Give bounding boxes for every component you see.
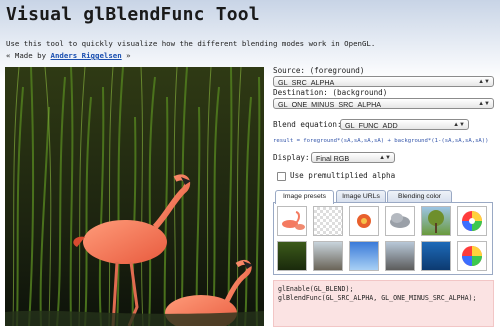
road-thumbnail[interactable] xyxy=(385,241,415,271)
equation-select[interactable]: GL_FUNC_ADD ▲▼ xyxy=(340,119,469,130)
display-label: Display: xyxy=(273,153,310,162)
intro-text: Use this tool to quickly visualize how t… xyxy=(6,39,376,48)
blue-sky-thumbnail[interactable] xyxy=(349,241,379,271)
display-select[interactable]: Final RGB ▲▼ xyxy=(311,152,395,163)
chevron-updown-icon: ▲▼ xyxy=(478,101,490,107)
gray-cloud-thumbnail[interactable] xyxy=(385,206,415,236)
equation-select-value: GL_FUNC_ADD xyxy=(345,121,398,130)
credit-suffix: » xyxy=(121,51,131,60)
destination-select[interactable]: GL_ONE_MINUS_SRC_ALPHA ▲▼ xyxy=(273,98,494,109)
red-flower-thumbnail[interactable] xyxy=(349,206,379,236)
destination-label: Destination: (background) xyxy=(273,88,388,97)
blend-preview-image xyxy=(5,67,264,326)
chevron-updown-icon: ▲▼ xyxy=(478,79,490,85)
author-link[interactable]: Anders Riggelsen xyxy=(51,51,122,60)
premultiplied-label: Use premultiplied alpha xyxy=(290,171,396,180)
flamingo-scene-illustration xyxy=(5,67,264,326)
image-presets-panel xyxy=(273,202,493,275)
code-line-2: glBlendFunc(GL_SRC_ALPHA, GL_ONE_MINUS_S… xyxy=(278,294,477,302)
transparent-pattern-thumbnail[interactable] xyxy=(313,206,343,236)
rocks-thumbnail[interactable] xyxy=(313,241,343,271)
source-label: Source: (foreground) xyxy=(273,66,365,75)
grass-thumbnail[interactable] xyxy=(277,241,307,271)
code-output: glEnable(GL_BLEND); glBlendFunc(GL_SRC_A… xyxy=(273,280,494,327)
source-select-value: GL_SRC_ALPHA xyxy=(278,78,335,87)
credit-prefix: « Made by xyxy=(6,51,51,60)
tab-image-presets[interactable]: Image presets xyxy=(275,190,334,204)
display-select-value: Final RGB xyxy=(316,154,350,163)
code-line-1: glEnable(GL_BLEND); xyxy=(278,285,354,293)
premultiplied-checkbox[interactable] xyxy=(277,172,286,181)
tree-thumbnail[interactable] xyxy=(421,206,451,236)
destination-select-value: GL_ONE_MINUS_SRC_ALPHA xyxy=(278,100,382,109)
color-wheel-thumbnail[interactable] xyxy=(457,206,487,236)
color-wheel-2-thumbnail[interactable] xyxy=(457,241,487,271)
page-title: Visual glBlendFunc Tool xyxy=(6,4,260,25)
equation-label: Blend equation: xyxy=(273,120,342,129)
source-select[interactable]: GL_SRC_ALPHA ▲▼ xyxy=(273,76,494,87)
blend-formula: result = foreground*(sA,sA,sA,sA) + back… xyxy=(273,138,489,144)
chevron-updown-icon: ▲▼ xyxy=(453,122,465,128)
chevron-updown-icon: ▲▼ xyxy=(379,155,391,161)
credit-line: « Made by Anders Riggelsen » xyxy=(6,51,131,60)
flamingo-thumbnail[interactable] xyxy=(277,206,307,236)
ocean-thumbnail[interactable] xyxy=(421,241,451,271)
